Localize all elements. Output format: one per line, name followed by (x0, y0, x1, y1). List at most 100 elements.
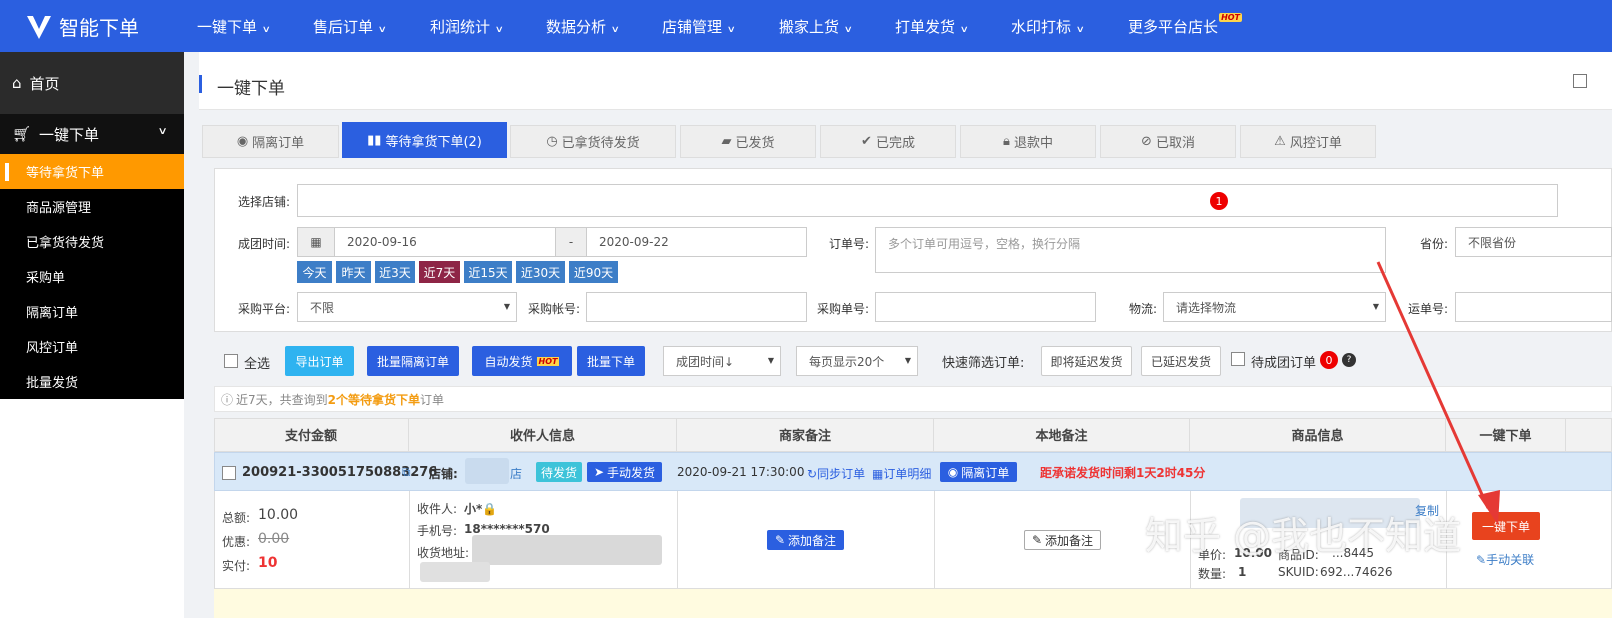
brand-name: 智能下单 (59, 16, 139, 40)
quick-90days-button[interactable]: 近90天 (569, 261, 618, 283)
sidebar-item-isolated[interactable]: 隔离订单 (0, 294, 184, 329)
brand-logo[interactable]: 智能下单 (25, 12, 139, 41)
cart-icon: 🛒︎ (12, 125, 32, 143)
logistics-label: 物流: (1129, 302, 1158, 316)
account-input[interactable] (586, 292, 807, 322)
sidebar-item-source[interactable]: 商品源管理 (0, 189, 184, 224)
sidebar-item-batch-ship[interactable]: 批量发货 (0, 364, 184, 399)
grid-icon: ▦ (872, 467, 884, 481)
col-header-local-note: 本地备注 (934, 418, 1190, 451)
eye-slash-icon: ◉ (236, 134, 249, 149)
nav-item-aftersale[interactable]: 售后订单 ∨ (313, 16, 387, 37)
sidebar-item-risk[interactable]: 风控订单 (0, 329, 184, 364)
tab-shipped[interactable]: ▰ 已发货 (680, 125, 816, 158)
total-label: 总额: (222, 511, 251, 525)
help-icon[interactable]: ? (1342, 353, 1356, 367)
add-local-note-label: 添加备注 (1045, 533, 1094, 548)
manual-link[interactable]: ✎手动关联 (1476, 551, 1534, 568)
notification-badge: 1 (1210, 192, 1228, 210)
delayed-button[interactable]: 已延迟发货 (1141, 346, 1221, 376)
pending-group-checkbox[interactable] (1231, 352, 1245, 366)
chevron-down-icon: ∨ (157, 126, 168, 137)
calendar-icon[interactable]: ▦ (297, 227, 335, 257)
account-label: 采购帐号: (528, 302, 581, 316)
quick-15days-button[interactable]: 近15天 (464, 261, 512, 283)
logistics-select[interactable]: 请选择物流 (1163, 292, 1386, 322)
col-header-receiver: 收件人信息 (409, 418, 677, 451)
nav-item-watermark[interactable]: 水印打标 ∨ (1011, 16, 1085, 37)
date-separator: - (555, 227, 587, 257)
manual-ship-button[interactable]: ➤ 手动发货 (587, 462, 662, 482)
order-checkbox[interactable] (222, 466, 236, 480)
shop-label-cell: 店铺: (429, 467, 458, 481)
chevron-down-icon: ∨ (261, 25, 271, 35)
tab-completed[interactable]: ✔ 已完成 (820, 125, 956, 158)
chevron-down-icon: ∨ (726, 25, 736, 35)
quick-30days-button[interactable]: 近30天 (516, 261, 565, 283)
platform-select[interactable]: 不限 (297, 292, 517, 322)
tab-label: 已拿货待发货 (561, 136, 640, 151)
sync-order-link[interactable]: ↻同步订单 (807, 465, 865, 482)
batch-isolate-button[interactable]: 批量隔离订单 (367, 346, 459, 376)
per-page-select[interactable]: 每页显示20个 (796, 346, 918, 376)
qty-label: 数量: (1198, 567, 1227, 581)
copy-icon[interactable]: ⧉ (402, 465, 411, 480)
tab-refunding[interactable]: 🔒︎ 退款中 (960, 125, 1096, 158)
shop-select[interactable] (297, 184, 1558, 217)
tab-isolated[interactable]: ◉ 隔离订单 (202, 125, 339, 158)
purchase-no-input[interactable] (875, 292, 1096, 322)
sidebar-item-picked[interactable]: 已拿货待发货 (0, 224, 184, 259)
auto-ship-button[interactable]: 自动发货 HOT (472, 346, 572, 376)
tab-risk[interactable]: ⚠ 风控订单 (1240, 125, 1376, 158)
nav-item-analysis[interactable]: 数据分析 ∨ (546, 16, 620, 37)
nav-item-shop[interactable]: 店铺管理 ∨ (662, 16, 736, 37)
quick-yesterday-button[interactable]: 昨天 (336, 261, 371, 283)
sku-label: SKUID: (1278, 565, 1319, 579)
nav-item-profit[interactable]: 利润统计 ∨ (430, 16, 504, 37)
soon-delay-button[interactable]: 即将延迟发货 (1041, 346, 1132, 376)
tab-label: 已取消 (1155, 136, 1195, 151)
col-header-goods: 商品信息 (1190, 418, 1446, 451)
date-from-input[interactable]: 2020-09-16 (334, 227, 556, 257)
quick-filter-label: 快速筛选订单: (942, 356, 1025, 371)
paid-label: 实付: (222, 559, 251, 573)
add-local-note-button[interactable]: ✎ 添加备注 (1024, 530, 1101, 550)
quick-7days-button[interactable]: 近7天 (419, 261, 460, 283)
date-to-input[interactable]: 2020-09-22 (586, 227, 807, 257)
sort-select[interactable]: 成团时间↓ (663, 346, 781, 376)
quick-today-button[interactable]: 今天 (297, 261, 332, 283)
isolate-order-button[interactable]: ◉ 隔离订单 (940, 462, 1017, 482)
paid-value: 10 (258, 555, 278, 571)
export-button[interactable]: 导出订单 (285, 346, 354, 376)
order-detail-link[interactable]: ▦订单明细 (872, 465, 931, 482)
nav-item-more[interactable]: 更多平台店长 HOT (1128, 13, 1243, 37)
warning-icon: ⚠ (1274, 134, 1286, 149)
header-checkbox[interactable] (1573, 74, 1587, 88)
tracking-input[interactable] (1455, 292, 1612, 322)
refresh-icon: ↻ (807, 467, 818, 481)
select-all-checkbox[interactable] (224, 354, 238, 368)
sidebar-item-purchase[interactable]: 采购单 (0, 259, 184, 294)
nav-item-order[interactable]: 一键下单 ∨ (197, 16, 271, 37)
batch-order-button[interactable]: 批量下单 (577, 346, 645, 376)
result-summary: ⓘ 近7天，共查询到 2个等待拿货下单 订单 (214, 386, 1612, 412)
nav-item-move[interactable]: 搬家上货 ∨ (779, 16, 853, 37)
province-select[interactable]: 不限省份 (1455, 227, 1612, 257)
sidebar-item-home[interactable]: ⌂ 首页 (0, 52, 184, 114)
tab-cancelled[interactable]: ⊘ 已取消 (1100, 125, 1236, 158)
tab-waiting[interactable]: ▮▮ 等待拿货下单(2) (342, 122, 507, 158)
ban-icon: ⊘ (1141, 134, 1152, 149)
sidebar-group-order[interactable]: 🛒︎ 一键下单 ∨ (0, 114, 184, 154)
edit-icon: ✎ (1031, 533, 1043, 547)
one-click-order-button[interactable]: 一键下单 (1472, 512, 1540, 540)
add-note-label: 添加备注 (788, 533, 837, 548)
edit-icon: ✎ (774, 533, 786, 547)
tab-picked[interactable]: ◷ 已拿货待发货 (510, 125, 676, 158)
add-merchant-note-button[interactable]: ✎ 添加备注 (767, 530, 844, 550)
quick-3days-button[interactable]: 近3天 (375, 261, 415, 283)
page-title: 一键下单 (217, 79, 285, 99)
province-label: 省份: (1420, 237, 1449, 251)
order-no-textarea[interactable]: 多个订单可用逗号，空格，换行分隔 (875, 227, 1386, 273)
sidebar-item-waiting[interactable]: 等待拿货下单 (0, 154, 184, 189)
nav-item-print[interactable]: 打单发货 ∨ (895, 16, 969, 37)
